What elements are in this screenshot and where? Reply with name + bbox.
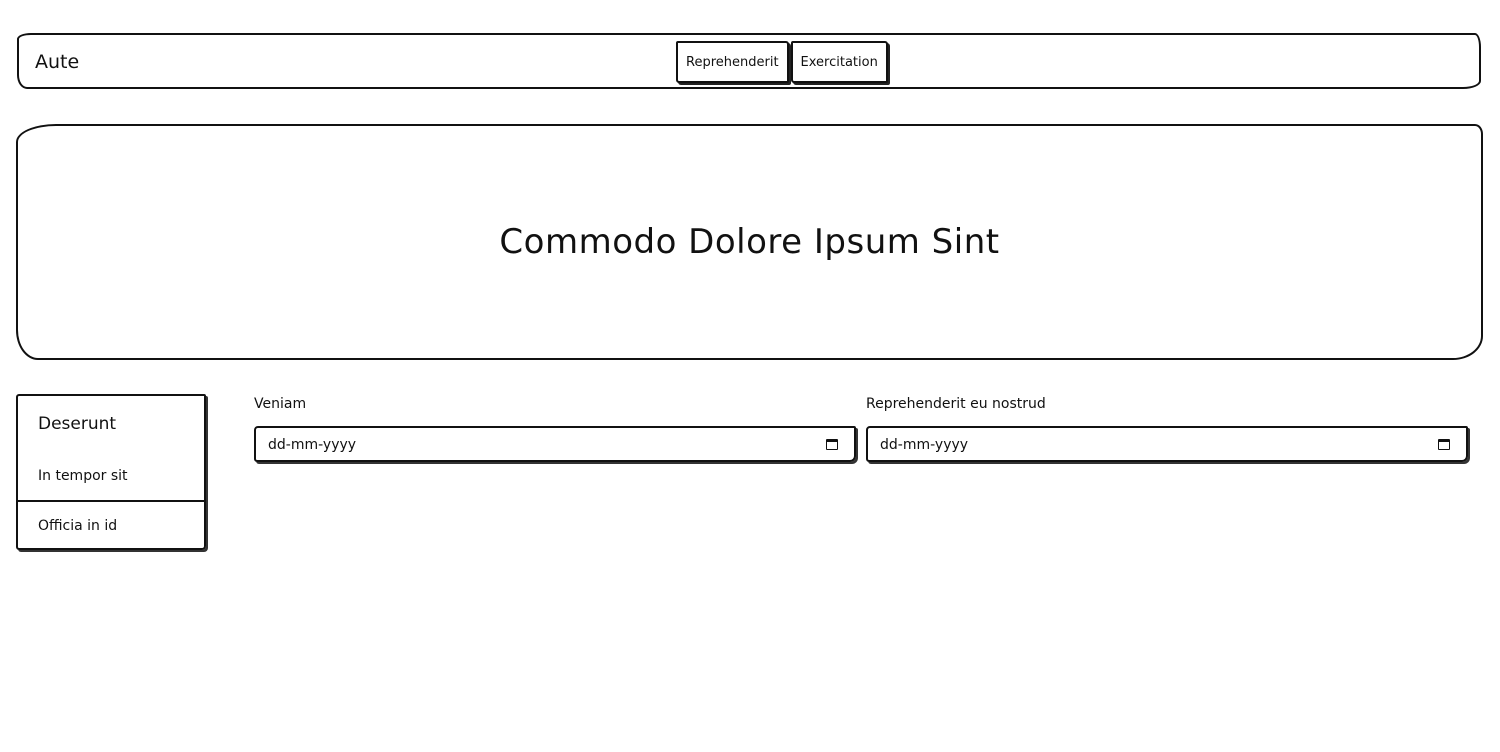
sidebar-divider [18, 500, 204, 502]
hero-title: Commodo Dolore Ipsum Sint [499, 222, 1000, 262]
field-label-veniam: Veniam [254, 396, 307, 412]
date-field-reprehenderit-eu-nostrud: Reprehenderit eu nostrud dd-mm-yyyy [866, 396, 1468, 462]
sidebar: Deserunt In tempor sit Officia in id [16, 394, 206, 550]
brand-logo-text[interactable]: Aute [35, 51, 79, 73]
sidebar-title: Deserunt [38, 414, 117, 434]
calendar-icon[interactable] [1438, 439, 1450, 450]
nav-button-exercitation[interactable]: Exercitation [790, 41, 888, 83]
calendar-icon[interactable] [826, 439, 838, 450]
hero-banner: Commodo Dolore Ipsum Sint [16, 124, 1483, 360]
nav-button-group: Reprehenderit Exercitation [676, 41, 888, 83]
top-navbar: Aute Reprehenderit Exercitation [17, 33, 1481, 89]
sidebar-item-in-tempor-sit[interactable]: In tempor sit [38, 468, 128, 484]
date-input-reprehenderit-eu-nostrud[interactable]: dd-mm-yyyy [866, 426, 1468, 462]
page: Aute Reprehenderit Exercitation Commodo … [0, 0, 1500, 752]
date-input-placeholder: dd-mm-yyyy [880, 437, 969, 453]
sidebar-item-officia-in-id[interactable]: Officia in id [38, 518, 117, 534]
date-input-placeholder: dd-mm-yyyy [268, 437, 357, 453]
nav-button-reprehenderit[interactable]: Reprehenderit [676, 41, 789, 83]
date-input-veniam[interactable]: dd-mm-yyyy [254, 426, 856, 462]
date-field-veniam: Veniam dd-mm-yyyy [254, 396, 856, 462]
field-label-reprehenderit-eu-nostrud: Reprehenderit eu nostrud [866, 396, 1046, 412]
